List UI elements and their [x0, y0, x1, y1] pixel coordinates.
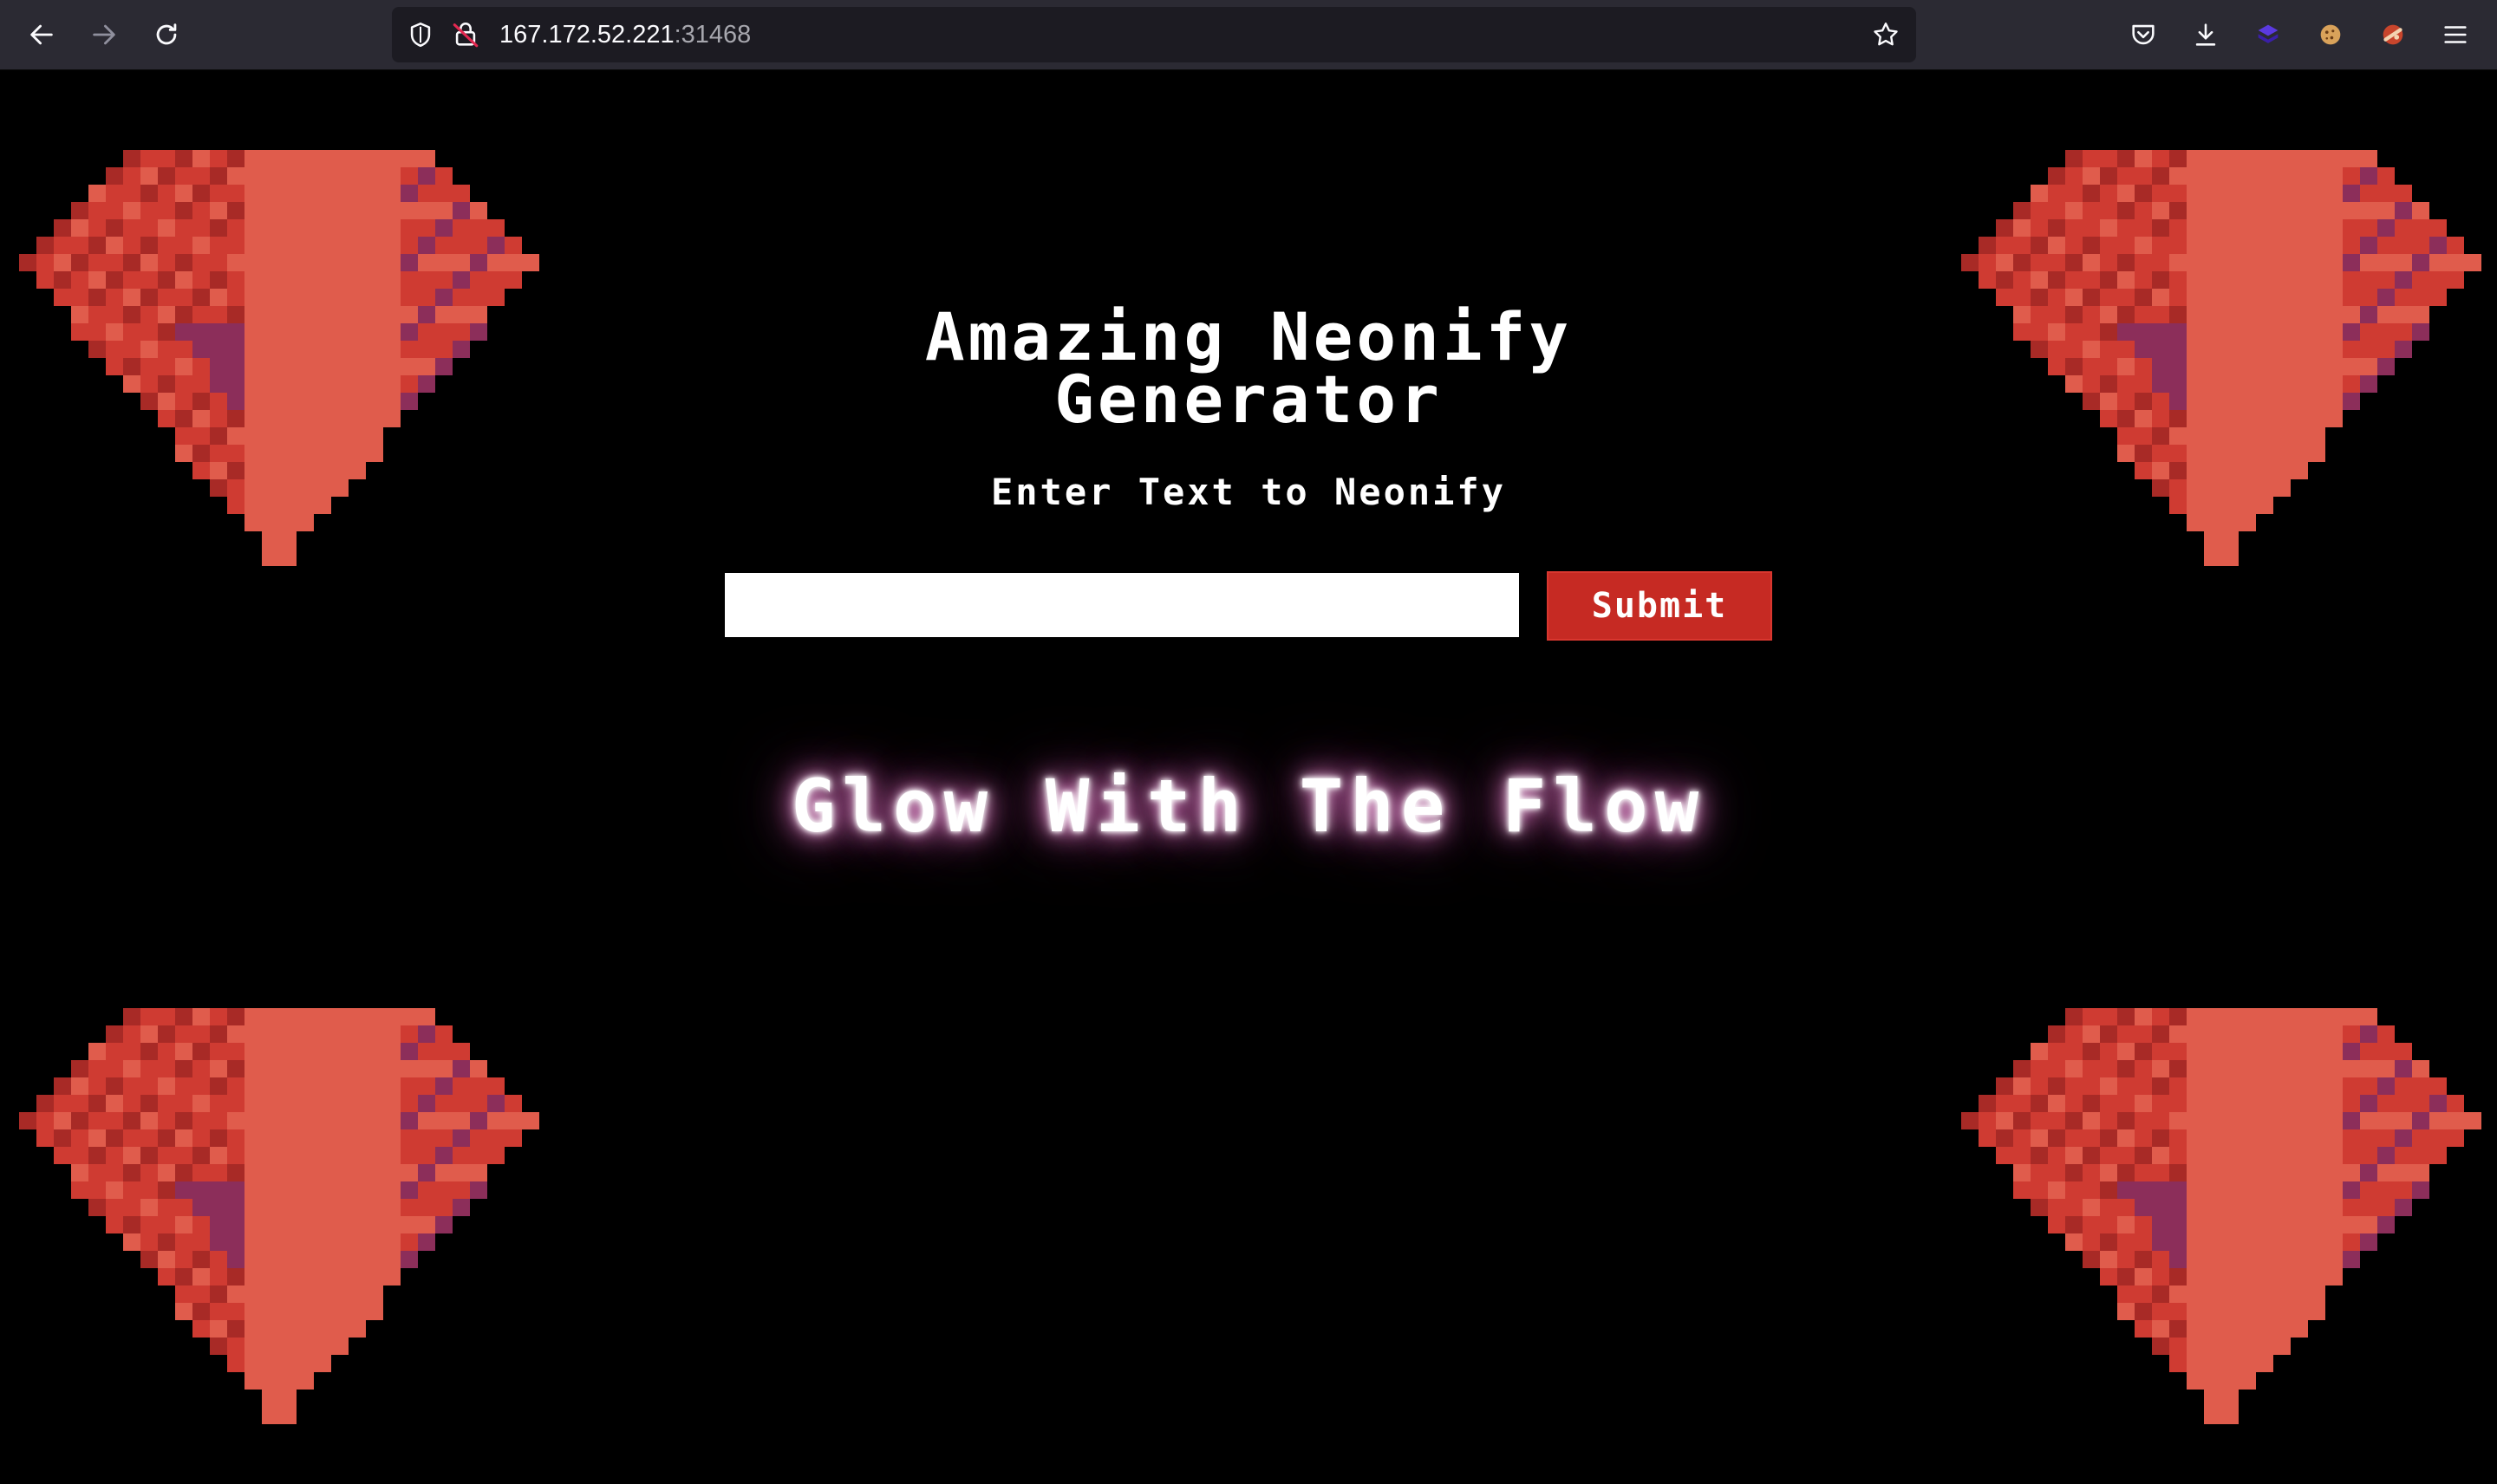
pocket-button[interactable]	[2121, 12, 2166, 57]
neon-output-text: Glow With The Flow	[791, 764, 1706, 849]
url-text[interactable]: 167.172.52.221:31468	[499, 7, 751, 62]
extension-button-2[interactable]	[2308, 12, 2353, 57]
bookmark-star-icon[interactable]	[1871, 20, 1900, 49]
back-arrow-icon	[30, 24, 53, 45]
ruby-gem-image-top-right	[1961, 150, 2481, 566]
submit-button[interactable]: Submit	[1547, 571, 1772, 641]
url-port: :31468	[674, 21, 752, 49]
back-button[interactable]	[19, 12, 64, 57]
download-icon	[2195, 23, 2216, 46]
extension-button-1[interactable]	[2246, 12, 2291, 57]
cookie-icon	[2320, 24, 2341, 45]
forward-arrow-icon	[93, 24, 115, 45]
reload-icon	[156, 23, 177, 45]
reload-button[interactable]	[144, 12, 189, 57]
browser-toolbar: 167.172.52.221:31468	[0, 0, 2497, 70]
url-host: 167.172.52.221	[499, 21, 675, 49]
menu-button[interactable]	[2433, 12, 2478, 57]
neonify-text-input[interactable]	[725, 573, 1519, 637]
tracking-protection-shield-icon[interactable]	[406, 20, 435, 49]
pocket-icon	[2132, 24, 2155, 45]
insecure-lock-icon[interactable]	[451, 20, 480, 49]
ruby-gem-image-top-left	[19, 150, 539, 566]
page-content: Amazing Neonify Generator Enter Text to …	[0, 70, 2497, 1484]
downloads-button[interactable]	[2183, 12, 2228, 57]
address-bar[interactable]: 167.172.52.221:31468	[392, 7, 1916, 62]
hamburger-menu-icon	[2444, 26, 2467, 43]
forward-button[interactable]	[81, 12, 127, 57]
ruby-gem-image-bottom-right	[1961, 1008, 2481, 1424]
extension-avatar-icon	[2383, 24, 2403, 45]
page-title: Amazing Neonify Generator	[924, 298, 1573, 438]
extension-button-3[interactable]	[2370, 12, 2416, 57]
extension-cube-icon	[2258, 24, 2279, 43]
page-subtitle: Enter Text to Neonify	[990, 471, 1506, 513]
ruby-gem-image-bottom-left	[19, 1008, 539, 1424]
